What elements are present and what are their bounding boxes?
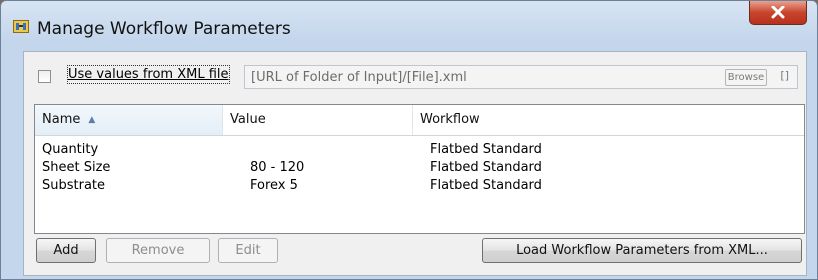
column-header-value[interactable]: Value [223,105,413,135]
parameters-table: Name ▲ Value Workflow Quantity Flatbed St… [34,104,805,234]
table-body: Quantity Flatbed Standard Sheet Size 80 … [35,141,804,195]
load-from-xml-button[interactable]: Load Workflow Parameters from XML... [482,238,802,263]
table-row[interactable]: Sheet Size 80 - 120 Flatbed Standard [35,159,804,177]
cell-workflow: Flatbed Standard [430,142,542,157]
dialog-window: Manage Workflow Parameters Use values fr… [0,0,818,280]
xml-url-value: [URL of Folder of Input]/[File].xml [251,70,467,85]
edit-button[interactable]: Edit [218,238,278,263]
title-bar[interactable]: Manage Workflow Parameters [1,1,817,47]
add-button[interactable]: Add [36,238,96,263]
column-header-name[interactable]: Name ▲ [35,105,223,135]
close-icon [771,6,785,19]
variable-picker-button[interactable]: [] [780,69,789,82]
use-xml-checkbox-label[interactable]: Use values from XML file [67,65,230,84]
cell-name: Quantity [42,142,99,157]
xml-source-row: Use values from XML file [URL of Folder … [38,65,798,91]
use-xml-checkbox[interactable] [38,70,51,83]
table-header: Name ▲ Value Workflow [35,105,804,136]
window-title: Manage Workflow Parameters [37,19,291,39]
close-button[interactable] [749,1,807,25]
cell-name: Sheet Size [42,160,111,175]
table-row[interactable]: Quantity Flatbed Standard [35,141,804,159]
cell-value: Forex 5 [250,178,298,193]
cell-workflow: Flatbed Standard [430,178,542,193]
sort-ascending-icon: ▲ [88,115,96,125]
dialog-content: Use values from XML file [URL of Folder … [23,51,807,276]
cell-value: 80 - 120 [250,160,305,175]
cell-workflow: Flatbed Standard [430,160,542,175]
browse-button[interactable]: Browse [725,69,767,86]
remove-button[interactable]: Remove [106,238,210,263]
column-header-workflow[interactable]: Workflow [413,105,803,135]
cell-name: Substrate [42,178,106,193]
table-row[interactable]: Substrate Forex 5 Flatbed Standard [35,177,804,195]
workflow-parameters-icon [13,20,29,33]
xml-url-field[interactable]: [URL of Folder of Input]/[File].xml Brow… [244,65,798,89]
